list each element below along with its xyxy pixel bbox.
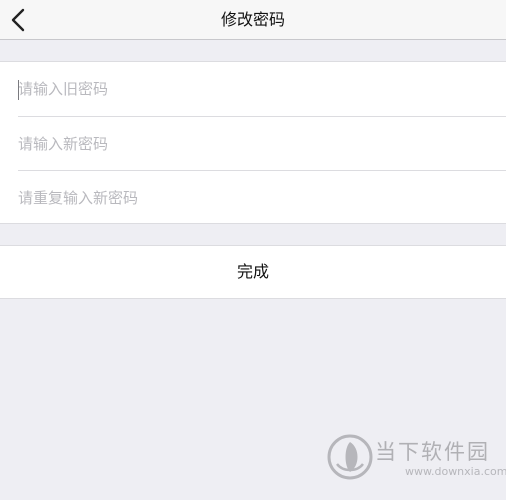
watermark-name: 当下软件园 <box>375 440 490 464</box>
watermark: 当下软件园 www.downxia.com <box>327 432 506 482</box>
confirm-password-input[interactable] <box>18 171 488 224</box>
navigation-bar: 修改密码 <box>0 0 506 40</box>
done-button[interactable]: 完成 <box>0 245 506 299</box>
new-password-input[interactable] <box>18 117 488 170</box>
downxia-logo-icon <box>327 434 373 480</box>
confirm-password-row <box>18 170 506 224</box>
page-title: 修改密码 <box>220 10 285 29</box>
password-form <box>0 61 506 224</box>
watermark-url: www.downxia.com <box>405 465 506 478</box>
old-password-input[interactable] <box>18 62 488 116</box>
new-password-row <box>18 116 506 170</box>
old-password-row <box>18 62 506 116</box>
text-cursor <box>18 80 19 100</box>
